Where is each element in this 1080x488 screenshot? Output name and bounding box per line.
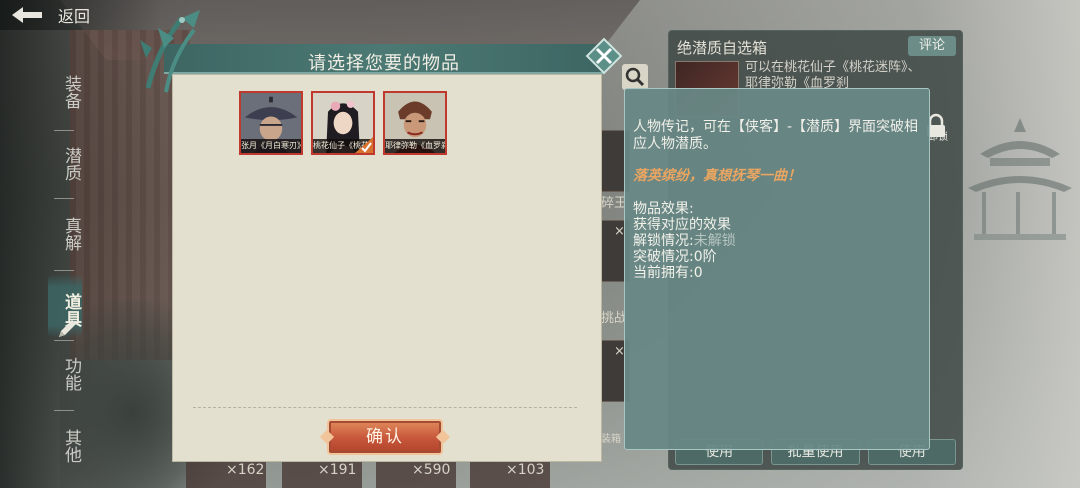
- tooltip-stats: 物品效果: 获得对应的效果 解锁情况:未解锁 突破情况:0阶 当前拥有:0: [633, 201, 921, 281]
- effect-label: 物品效果:: [633, 201, 694, 217]
- tab-divider: [54, 198, 74, 199]
- pencil-icon: [59, 320, 76, 337]
- tab-divider: [54, 130, 74, 131]
- unlock-status-row: 解锁情况:未解锁: [633, 233, 921, 249]
- confirm-button[interactable]: 确认: [327, 419, 443, 455]
- item-slot-label: 装箱: [601, 434, 621, 445]
- item-detail-title: 绝潜质自选箱: [677, 39, 768, 57]
- owned-row: 当前拥有:0: [633, 265, 921, 281]
- unlock-status-value: 未解锁: [693, 233, 736, 249]
- tooltip-quote: 落英缤纷，真想抚琴一曲！: [633, 168, 801, 184]
- back-arrow-icon: [12, 7, 42, 23]
- item-card-selected[interactable]: 桃花仙子《桃花迷阵》: [311, 91, 375, 155]
- tooltip-description: 人物传记，可在【侠客】-【潜质】界面突破相应人物潜质。: [633, 119, 919, 152]
- search-icon: [625, 67, 645, 87]
- tab-potential[interactable]: 潜质: [48, 140, 82, 188]
- owned-value: 0: [693, 265, 703, 281]
- item-count: ×162: [226, 462, 265, 478]
- modal-header: 请选择您要的物品: [164, 44, 604, 74]
- item-count: ×103: [506, 462, 545, 478]
- checkmark-icon: [355, 137, 373, 153]
- unlock-label: 卸锁: [928, 132, 948, 143]
- effect-value: 获得对应的效果: [633, 217, 731, 233]
- search-button[interactable]: [622, 64, 648, 90]
- tab-other[interactable]: 其他: [48, 422, 82, 470]
- item-label: 张月《月白寒刃》: [241, 139, 301, 153]
- tab-function[interactable]: 功能: [48, 350, 82, 398]
- breakthrough-value: 0阶: [693, 249, 717, 265]
- item-count: ×191: [318, 462, 357, 478]
- owned-label: 当前拥有:: [633, 265, 694, 281]
- tab-divider: [54, 340, 74, 341]
- modal-body: 张月《月白寒刃》 桃花仙子《桃花迷阵》 耶律弥勒《血罗刹》 确认: [172, 74, 602, 462]
- unlock-status-label: 解锁情况:: [633, 233, 694, 249]
- back-button[interactable]: 返回: [0, 0, 160, 30]
- back-label: 返回: [58, 7, 91, 26]
- item-label: 耶律弥勒《血罗刹》: [385, 139, 445, 153]
- item-count: ×590: [412, 462, 451, 478]
- comment-button[interactable]: 评论: [908, 36, 956, 56]
- tab-divider: [54, 410, 74, 411]
- background-pavilion: [968, 118, 1072, 240]
- item-card[interactable]: 张月《月白寒刃》: [239, 91, 303, 155]
- modal-divider: [193, 407, 577, 408]
- item-card[interactable]: 耶律弥勒《血罗刹》: [383, 91, 447, 155]
- breakthrough-row: 突破情况:0阶: [633, 249, 921, 265]
- breakthrough-label: 突破情况:: [633, 249, 694, 265]
- tab-equipment[interactable]: 装备: [48, 68, 82, 116]
- item-tooltip: 人物传记，可在【侠客】-【潜质】界面突破相应人物潜质。 落英缤纷，真想抚琴一曲！…: [624, 88, 930, 450]
- tab-true-solution[interactable]: 真解: [48, 210, 82, 258]
- close-icon[interactable]: [584, 36, 624, 76]
- tab-divider: [54, 270, 74, 271]
- modal-title: 请选择您要的物品: [308, 53, 460, 74]
